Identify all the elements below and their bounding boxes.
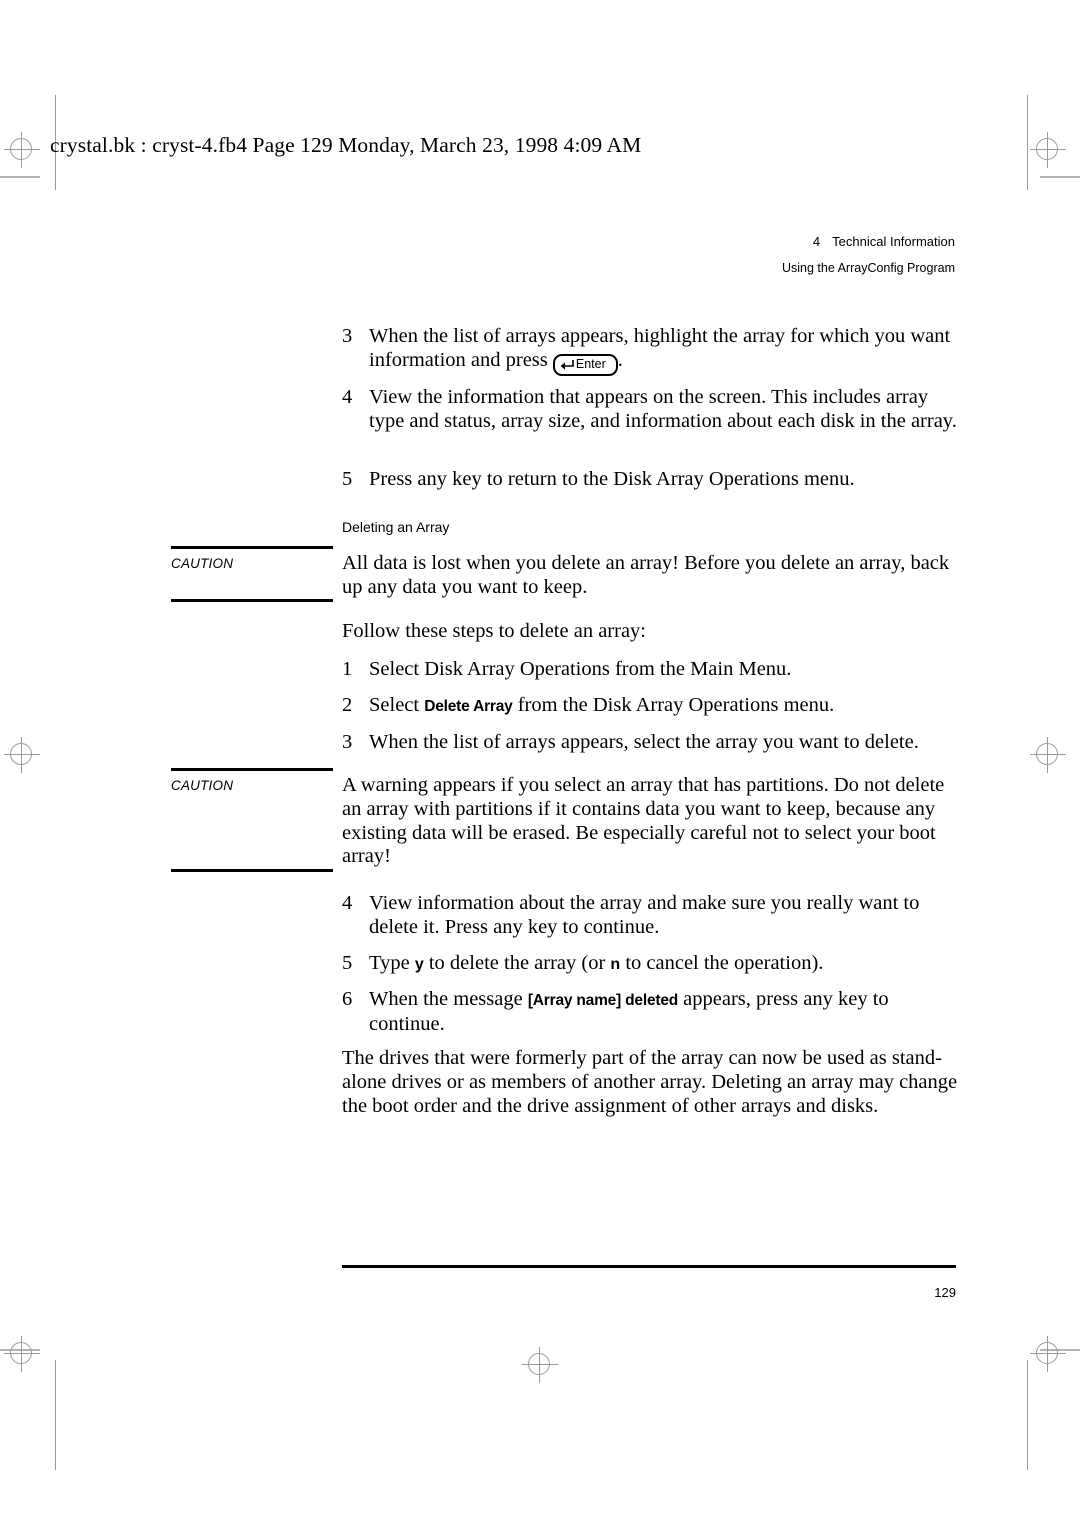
- list-item: 1 Select Disk Array Operations from the …: [342, 658, 957, 682]
- caution-rule-bottom: [171, 869, 333, 872]
- list-item: 2 Select Delete Array from the Disk Arra…: [342, 694, 957, 719]
- chapter-number: 4: [812, 234, 821, 249]
- step-text-before: When the message: [369, 988, 523, 1010]
- list-item: 3 When the list of arrays appears, selec…: [342, 731, 957, 755]
- step-text: When the list of arrays appears, highlig…: [369, 325, 957, 376]
- step-number: 6: [342, 988, 353, 1010]
- step-number: 4: [342, 892, 353, 914]
- key-yes: y: [414, 956, 424, 973]
- step-number: 2: [342, 694, 353, 716]
- caution-text: A warning appears if you select an array…: [342, 774, 945, 868]
- step-text: Type y to delete the array (or n to canc…: [369, 952, 957, 977]
- ui-menu-item-name: Delete Array: [424, 698, 513, 715]
- registration-mark-bottom-center: [522, 1347, 558, 1383]
- step-number: 1: [342, 658, 353, 680]
- page-number: 129: [934, 1285, 956, 1300]
- running-head-section: Using the ArrayConfig Program: [782, 261, 955, 275]
- caution-label: CAUTION: [171, 556, 234, 571]
- step-text-before: When the list of arrays appears, highlig…: [369, 325, 951, 371]
- footer-rule: [342, 1265, 956, 1268]
- step-text-middle: to delete the array (or: [428, 952, 606, 974]
- step-number: 4: [342, 386, 353, 408]
- list-item: 3 When the list of arrays appears, highl…: [342, 325, 957, 376]
- ui-message-string: [Array name] deleted: [527, 992, 679, 1009]
- document-page: crystal.bk : cryst-4.fb4 Page 129 Monday…: [0, 0, 1080, 1528]
- crop-line-top-right-vertical: [1027, 95, 1028, 190]
- list-item: 5 Press any key to return to the Disk Ar…: [342, 468, 957, 492]
- section-subheading: Deleting an Array: [342, 519, 450, 535]
- step-text: View information about the array and mak…: [369, 892, 920, 938]
- enter-key-graphic[interactable]: Enter: [552, 353, 618, 376]
- list-item: 4 View the information that appears on t…: [342, 386, 957, 434]
- running-head-chapter: 4 Technical Information: [813, 234, 955, 249]
- list-item: 4 View information about the array and m…: [342, 892, 957, 940]
- step-text: Select Disk Array Operations from the Ma…: [369, 658, 792, 680]
- crop-line-bottom-right-horizontal: [1040, 1349, 1080, 1351]
- caution-text: All data is lost when you delete an arra…: [342, 552, 950, 598]
- intro-paragraph: Follow these steps to delete an array:: [342, 620, 646, 642]
- step-text-before: Type: [369, 952, 410, 974]
- step-text: Select Delete Array from the Disk Array …: [369, 694, 957, 719]
- step-number: 5: [342, 468, 353, 490]
- crop-line-top-right-horizontal: [1040, 176, 1080, 178]
- crop-line-bottom-right-vertical: [1027, 1360, 1028, 1470]
- key-no: n: [610, 956, 621, 973]
- step-text-after: to cancel the operation).: [625, 952, 824, 974]
- step-text: Press any key to return to the Disk Arra…: [369, 468, 855, 490]
- caution-rule-bottom: [171, 599, 333, 602]
- list-item: 5 Type y to delete the array (or n to ca…: [342, 952, 957, 977]
- step-number: 3: [342, 325, 353, 347]
- list-item: 6 When the message [Array name] deleted …: [342, 988, 957, 1037]
- registration-mark-top-left: [4, 132, 40, 168]
- step-text: View the information that appears on the…: [369, 386, 957, 432]
- step-text: When the list of arrays appears, select …: [369, 731, 919, 753]
- caution-rule-top: [171, 768, 333, 771]
- crop-line-bottom-left-horizontal: [0, 1349, 40, 1351]
- step-text-after: .: [617, 348, 623, 371]
- step-number: 3: [342, 731, 353, 753]
- registration-mark-mid-right: [1030, 737, 1066, 773]
- caution-label: CAUTION: [171, 778, 234, 793]
- filename-banner: crystal.bk : cryst-4.fb4 Page 129 Monday…: [50, 133, 642, 157]
- crop-line-bottom-left-vertical: [55, 1360, 56, 1470]
- step-text-after: from the Disk Array Operations menu.: [517, 694, 835, 716]
- crop-line-top-left-horizontal: [0, 176, 40, 178]
- return-arrow-icon: [560, 359, 574, 370]
- registration-mark-mid-left: [4, 737, 40, 773]
- enter-key-label: Enter: [575, 356, 606, 371]
- registration-mark-top-right: [1030, 132, 1066, 168]
- step-number: 5: [342, 952, 353, 974]
- registration-mark-bottom-left: [4, 1336, 40, 1372]
- registration-mark-bottom-right: [1030, 1336, 1066, 1372]
- step-text-before: Select: [369, 694, 420, 716]
- step-text: When the message [Array name] deleted ap…: [369, 988, 957, 1037]
- caution-rule-top: [171, 546, 333, 549]
- closing-paragraph: The drives that were formerly part of th…: [342, 1047, 958, 1117]
- chapter-title: Technical Information: [832, 234, 955, 249]
